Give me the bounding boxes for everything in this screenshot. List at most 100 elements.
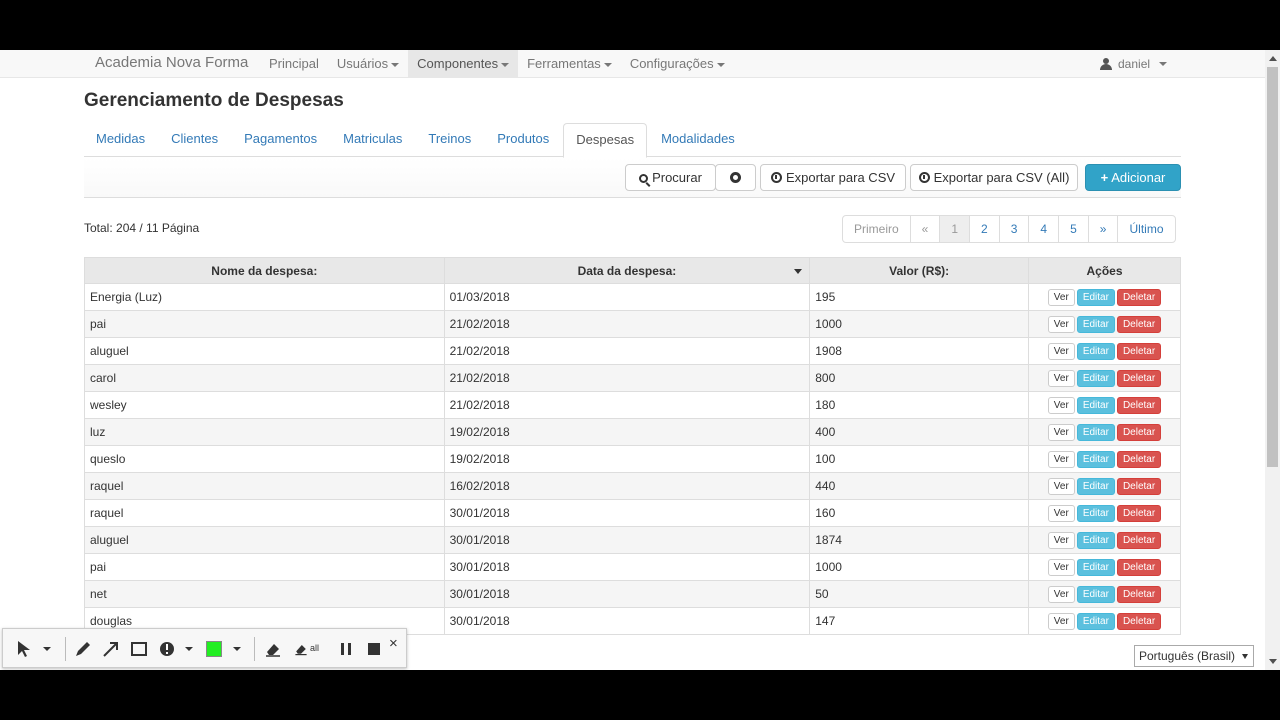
view-button[interactable]: Ver: [1047, 450, 1075, 468]
edit-button[interactable]: Editar: [1076, 612, 1115, 630]
scroll-thumb[interactable]: [1267, 67, 1278, 467]
page-next[interactable]: »: [1087, 216, 1118, 242]
view-button[interactable]: Ver: [1047, 288, 1075, 306]
nav-item-4[interactable]: Configurações: [621, 50, 734, 78]
page-prev[interactable]: «: [909, 216, 940, 242]
language-select[interactable]: Português (Brasil): [1134, 645, 1254, 667]
edit-button[interactable]: Editar: [1076, 396, 1115, 414]
view-button[interactable]: Ver: [1047, 369, 1075, 387]
edit-button[interactable]: Editar: [1076, 288, 1115, 306]
view-button[interactable]: Ver: [1047, 342, 1075, 360]
edit-button[interactable]: Editar: [1076, 585, 1115, 603]
tab-bar: Medidas Clientes Pagamentos Matriculas Trein…: [84, 123, 1181, 158]
pointer-icon[interactable]: [15, 639, 35, 659]
header-valor[interactable]: Valor (R$):: [809, 257, 1029, 284]
user-menu[interactable]: daniel: [1100, 50, 1168, 78]
delete-button[interactable]: Deletar: [1116, 531, 1162, 549]
tab-3[interactable]: Matriculas: [331, 123, 414, 157]
pencil-icon[interactable]: [73, 639, 93, 659]
delete-button[interactable]: Deletar: [1116, 477, 1162, 495]
pause-icon[interactable]: [336, 639, 356, 659]
delete-button[interactable]: Deletar: [1116, 342, 1162, 360]
table-row: pai 30/01/2018 1000 Ver Editar Deletar: [84, 553, 1181, 581]
edit-button[interactable]: Editar: [1076, 450, 1115, 468]
pointer-dropdown-icon[interactable]: [43, 647, 51, 651]
close-icon[interactable]: ×: [389, 635, 409, 655]
view-button[interactable]: Ver: [1047, 423, 1075, 441]
header-nome[interactable]: Nome da despesa:: [84, 257, 445, 284]
edit-button[interactable]: Editar: [1076, 504, 1115, 522]
view-button[interactable]: Ver: [1047, 531, 1075, 549]
stop-icon[interactable]: [364, 639, 384, 659]
nav-item-1[interactable]: Usuários: [328, 50, 408, 78]
edit-button[interactable]: Editar: [1076, 558, 1115, 576]
export-csv-button[interactable]: Exportar para CSV: [760, 164, 906, 191]
view-button[interactable]: Ver: [1047, 612, 1075, 630]
edit-button[interactable]: Editar: [1076, 369, 1115, 387]
tab-5[interactable]: Produtos: [485, 123, 561, 157]
export-csv-all-button[interactable]: Exportar para CSV (All): [910, 164, 1078, 191]
erase-all-icon: [295, 645, 307, 656]
edit-button[interactable]: Editar: [1076, 315, 1115, 333]
tab-4[interactable]: Treinos: [416, 123, 483, 157]
delete-button[interactable]: Deletar: [1116, 369, 1162, 387]
tab-0[interactable]: Medidas: [84, 123, 157, 157]
page-last[interactable]: Último: [1117, 216, 1174, 242]
highlight-icon[interactable]: [157, 639, 177, 659]
header-acoes: Ações: [1028, 257, 1181, 284]
page-first[interactable]: Primeiro: [843, 216, 910, 242]
delete-button[interactable]: Deletar: [1116, 558, 1162, 576]
delete-button[interactable]: Deletar: [1116, 288, 1162, 306]
add-button[interactable]: + Adicionar: [1085, 164, 1181, 191]
tab-6[interactable]: Despesas: [563, 123, 648, 158]
nav-item-2[interactable]: Componentes: [408, 50, 519, 78]
header-data-label: Data da despesa:: [577, 263, 677, 278]
cell-data: 19/02/2018: [443, 418, 811, 446]
brand-link[interactable]: Academia Nova Forma: [95, 54, 248, 71]
tab-1[interactable]: Clientes: [159, 123, 230, 157]
page-number[interactable]: 5: [1058, 216, 1088, 242]
search-button[interactable]: Procurar: [625, 164, 716, 191]
view-button[interactable]: Ver: [1047, 504, 1075, 522]
tab-2[interactable]: Pagamentos: [232, 123, 329, 157]
search-button-label: Procurar: [652, 170, 702, 185]
eraser-icon[interactable]: [263, 639, 283, 659]
view-button[interactable]: Ver: [1047, 315, 1075, 333]
delete-button[interactable]: Deletar: [1116, 612, 1162, 630]
user-name: daniel: [1118, 56, 1151, 71]
scrollbar[interactable]: [1265, 50, 1280, 670]
erase-all-button[interactable]: all: [293, 639, 325, 659]
edit-button[interactable]: Editar: [1076, 477, 1115, 495]
tab-7[interactable]: Modalidades: [649, 123, 747, 157]
edit-button[interactable]: Editar: [1076, 531, 1115, 549]
nav-item-3[interactable]: Ferramentas: [518, 50, 621, 78]
cell-actions: Ver Editar Deletar: [1028, 283, 1181, 311]
clear-search-button[interactable]: [715, 164, 756, 191]
header-data[interactable]: Data da despesa:: [443, 257, 811, 284]
view-button[interactable]: Ver: [1047, 477, 1075, 495]
color-dropdown-icon[interactable]: [233, 647, 241, 651]
scroll-down-arrow-icon[interactable]: [1269, 659, 1277, 664]
rectangle-icon[interactable]: [129, 639, 149, 659]
view-button[interactable]: Ver: [1047, 585, 1075, 603]
highlight-dropdown-icon[interactable]: [185, 647, 193, 651]
view-button[interactable]: Ver: [1047, 558, 1075, 576]
cell-nome: Energia (Luz): [84, 283, 445, 311]
delete-button[interactable]: Deletar: [1116, 450, 1162, 468]
nav-item-0[interactable]: Principal: [260, 50, 328, 78]
delete-button[interactable]: Deletar: [1116, 585, 1162, 603]
edit-button[interactable]: Editar: [1076, 342, 1115, 360]
edit-button[interactable]: Editar: [1076, 423, 1115, 441]
delete-button[interactable]: Deletar: [1116, 315, 1162, 333]
delete-button[interactable]: Deletar: [1116, 504, 1162, 522]
page-number[interactable]: 3: [998, 216, 1029, 242]
arrow-icon[interactable]: [101, 639, 121, 659]
delete-button[interactable]: Deletar: [1116, 423, 1162, 441]
view-button[interactable]: Ver: [1047, 396, 1075, 414]
color-swatch[interactable]: [206, 641, 222, 657]
scroll-up-arrow-icon[interactable]: [1269, 56, 1277, 61]
page-number[interactable]: 1: [939, 216, 970, 242]
delete-button[interactable]: Deletar: [1116, 396, 1162, 414]
page-number[interactable]: 2: [969, 216, 999, 242]
page-number[interactable]: 4: [1028, 216, 1058, 242]
